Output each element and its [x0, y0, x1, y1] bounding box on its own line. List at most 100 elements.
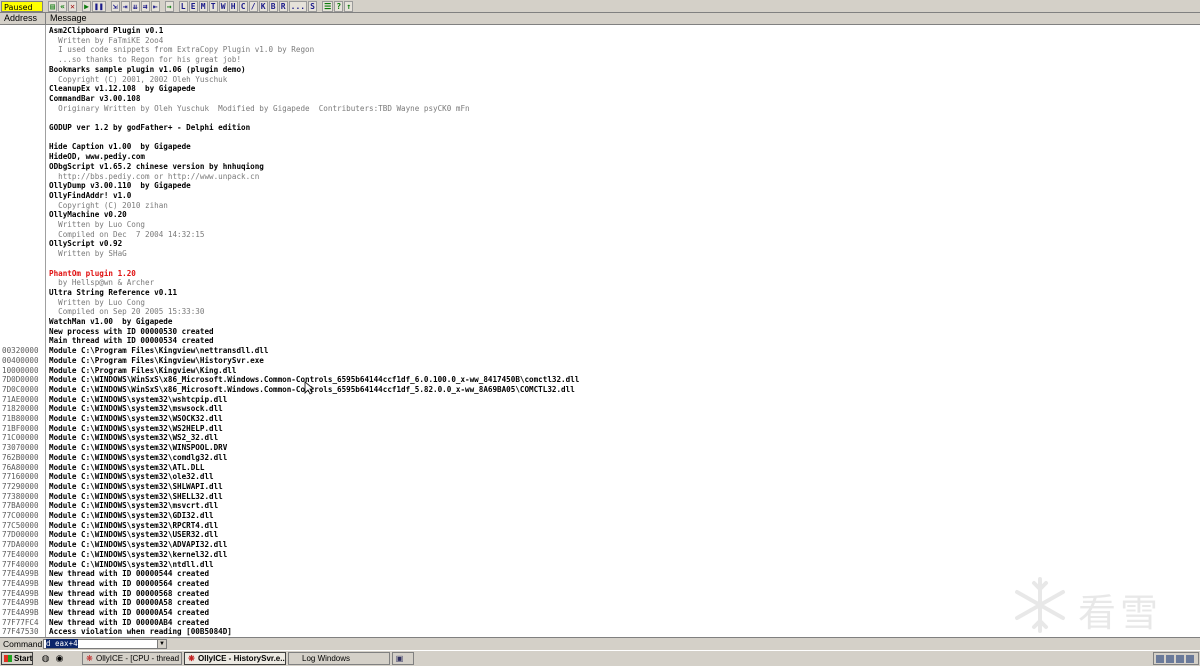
message-column-header[interactable]: Message — [46, 13, 1200, 24]
options-icon[interactable]: ☰ — [322, 0, 334, 12]
log-row[interactable]: HideOD, www.pediy.com — [0, 152, 1200, 162]
log-row[interactable]: 77C50000 Module C:\WINDOWS\system32\RPCRT… — [0, 521, 1200, 531]
command-input[interactable]: d eax+4 — [43, 639, 167, 649]
log-row[interactable]: 77C00000 Module C:\WINDOWS\system32\GDI32… — [0, 511, 1200, 521]
log-row[interactable]: Written by FaTmiKE 2oo4 — [0, 36, 1200, 46]
log-row[interactable]: 77E40000 Module C:\WINDOWS\system32\kerne… — [0, 550, 1200, 560]
log-row[interactable]: 77F40000 Module C:\WINDOWS\system32\ntdll… — [0, 560, 1200, 570]
log-row[interactable]: 77F77FC4 New thread with ID 00000AB4 crea… — [0, 618, 1200, 628]
command-dropdown-icon[interactable]: ▼ — [157, 639, 167, 649]
log-row[interactable]: 77D00000 Module C:\WINDOWS\system32\USER3… — [0, 530, 1200, 540]
log-row[interactable]: 10000000 Module C:\Program Files\Kingview… — [0, 366, 1200, 376]
log-row[interactable]: Copyright (C) 2010 zihan — [0, 201, 1200, 211]
log-row[interactable]: Written by Luo Cong — [0, 298, 1200, 308]
log-row[interactable]: Hide Caption v1.00 by Gigapede — [0, 142, 1200, 152]
log-row[interactable]: OllyScript v0.92 — [0, 239, 1200, 249]
log-row[interactable]: 77160000 Module C:\WINDOWS\system32\ole32… — [0, 472, 1200, 482]
log-row[interactable]: by Hellsp@wn & Archer — [0, 278, 1200, 288]
log-row[interactable] — [0, 133, 1200, 143]
run-icon[interactable]: ▶ — [82, 0, 91, 12]
log-row[interactable]: 00320000 Module C:\Program Files\Kingview… — [0, 346, 1200, 356]
log-row[interactable]: 76A80000 Module C:\WINDOWS\system32\ATL.D… — [0, 463, 1200, 473]
log-row[interactable]: 77F47530 Access violation when reading [0… — [0, 627, 1200, 637]
cpu-button[interactable]: C — [238, 0, 248, 12]
log-row[interactable]: CommandBar v3.00.108 — [0, 94, 1200, 104]
log-row[interactable]: Asm2Clipboard Plugin v0.1 — [0, 26, 1200, 36]
log-row[interactable]: 73070000 Module C:\WINDOWS\system32\WINSP… — [0, 443, 1200, 453]
log-row[interactable] — [0, 113, 1200, 123]
memory-map-button[interactable]: M — [198, 0, 208, 12]
log-row[interactable]: 77BA0000 Module C:\WINDOWS\system32\msvcr… — [0, 501, 1200, 511]
log-row[interactable]: 77E4A99B New thread with ID 00000568 crea… — [0, 589, 1200, 599]
source-button[interactable]: S — [308, 0, 318, 12]
browser-quicklaunch-icon[interactable]: ◉ — [54, 653, 65, 664]
task-log-windows[interactable]: Log Windows — [288, 652, 390, 665]
pause-icon[interactable]: ❚❚ — [92, 0, 106, 12]
handles-button[interactable]: H — [228, 0, 238, 12]
execute-till-return-icon[interactable]: ⇤ — [150, 0, 160, 12]
call-stack-button[interactable]: K — [258, 0, 268, 12]
log-row[interactable]: ODbgScript v1.65.2 chinese version by hn… — [0, 162, 1200, 172]
log-row[interactable]: PhantOm plugin 1.20 — [0, 269, 1200, 279]
log-row[interactable]: 77DA0000 Module C:\WINDOWS\system32\ADVAP… — [0, 540, 1200, 550]
log-window[interactable]: Asm2Clipboard Plugin v0.1 Written by FaT… — [0, 25, 1200, 637]
log-row[interactable]: Bookmarks sample plugin v1.06 (plugin de… — [0, 65, 1200, 75]
start-button[interactable]: Start — [1, 652, 33, 665]
log-row[interactable]: 71C00000 Module C:\WINDOWS\system32\WS2_3… — [0, 433, 1200, 443]
help-icon[interactable]: ? — [334, 0, 344, 12]
log-row[interactable]: 71AE0000 Module C:\WINDOWS\system32\wshtc… — [0, 395, 1200, 405]
tray-app-icon[interactable] — [1176, 654, 1184, 663]
tray-network-icon[interactable] — [1156, 654, 1164, 663]
threads-button[interactable]: T — [208, 0, 218, 12]
task-icon-only[interactable]: ▣ — [392, 652, 414, 665]
task-ollyice-cpu[interactable]: ❋OllyICE - [CPU - thread 0... — [82, 652, 182, 665]
appearance-icon[interactable]: ↑ — [344, 0, 354, 12]
command-input-value[interactable]: d eax+4 — [46, 639, 78, 648]
tray-volume-icon[interactable] — [1166, 654, 1174, 663]
log-row[interactable]: WatchMan v1.00 by Gigapede — [0, 317, 1200, 327]
log-row[interactable]: Copyright (C) 2001, 2002 Oleh Yuschuk — [0, 75, 1200, 85]
log-row[interactable]: 71820000 Module C:\WINDOWS\system32\mswso… — [0, 404, 1200, 414]
log-row[interactable]: Compiled on Dec 7 2004 14:32:15 — [0, 230, 1200, 240]
address-column-header[interactable]: Address — [0, 13, 46, 24]
log-row[interactable]: 77E4A99B New thread with ID 00000A58 crea… — [0, 598, 1200, 608]
step-over-icon[interactable]: ⇥ — [120, 0, 130, 12]
close-icon[interactable]: ✕ — [68, 0, 77, 12]
log-row[interactable]: 7D0D0000 Module C:\WINDOWS\WinSxS\x86_Mic… — [0, 375, 1200, 385]
open-icon[interactable]: ▤ — [48, 0, 57, 12]
go-to-icon[interactable]: → — [164, 0, 174, 12]
log-row[interactable]: Written by Luo Cong — [0, 220, 1200, 230]
run-trace-button[interactable]: ... — [288, 0, 308, 12]
log-row[interactable]: ...so thanks to Regon for his great job! — [0, 55, 1200, 65]
log-row[interactable]: Main thread with ID 00000534 created — [0, 336, 1200, 346]
references-button[interactable]: R — [278, 0, 288, 12]
log-row[interactable]: 71B80000 Module C:\WINDOWS\system32\WSOCK… — [0, 414, 1200, 424]
trace-over-icon[interactable]: ⇉ — [140, 0, 150, 12]
task-ollyice-historysvr[interactable]: ❋ OllyICE - HistorySvr.e... — [184, 652, 286, 665]
log-row[interactable]: 7D0C0000 Module C:\WINDOWS\WinSxS\x86_Mic… — [0, 385, 1200, 395]
log-row[interactable]: 00400000 Module C:\Program Files\Kingview… — [0, 356, 1200, 366]
log-row[interactable]: OllyDump v3.00.110 by Gigapede — [0, 181, 1200, 191]
log-row[interactable]: 77E4A99B New thread with ID 00000564 crea… — [0, 579, 1200, 589]
windows-button[interactable]: W — [218, 0, 228, 12]
restart-icon[interactable]: « — [58, 0, 67, 12]
log-row[interactable]: 77E4A99B New thread with ID 00000544 crea… — [0, 569, 1200, 579]
log-row[interactable]: 77380000 Module C:\WINDOWS\system32\SHELL… — [0, 492, 1200, 502]
log-row[interactable]: I used code snippets from ExtraCopy Plug… — [0, 45, 1200, 55]
log-row[interactable]: OllyMachine v0.20 — [0, 210, 1200, 220]
log-window-button[interactable]: L — [178, 0, 188, 12]
desktop-quicklaunch-icon[interactable]: ◍ — [40, 653, 51, 664]
log-row[interactable]: OllyFindAddr! v1.0 — [0, 191, 1200, 201]
log-row[interactable]: 77290000 Module C:\WINDOWS\system32\SHLWA… — [0, 482, 1200, 492]
log-row[interactable]: http://bbs.pediy.com or http://www.unpac… — [0, 172, 1200, 182]
log-row[interactable]: Ultra String Reference v0.11 — [0, 288, 1200, 298]
step-into-icon[interactable]: ⇲ — [110, 0, 120, 12]
executables-button[interactable]: E — [188, 0, 198, 12]
log-row[interactable]: 77E4A99B New thread with ID 00000A54 crea… — [0, 608, 1200, 618]
log-row[interactable]: 71BF0000 Module C:\WINDOWS\system32\WS2HE… — [0, 424, 1200, 434]
breakpoints-button[interactable]: B — [268, 0, 278, 12]
log-row[interactable]: 762B0000 Module C:\WINDOWS\system32\comdl… — [0, 453, 1200, 463]
log-row[interactable]: Originary Written by Oleh Yuschuk Modifi… — [0, 104, 1200, 114]
log-row[interactable]: Compiled on Sep 20 2005 15:33:30 — [0, 307, 1200, 317]
log-row[interactable]: GODUP ver 1.2 by godFather+ - Delphi edi… — [0, 123, 1200, 133]
